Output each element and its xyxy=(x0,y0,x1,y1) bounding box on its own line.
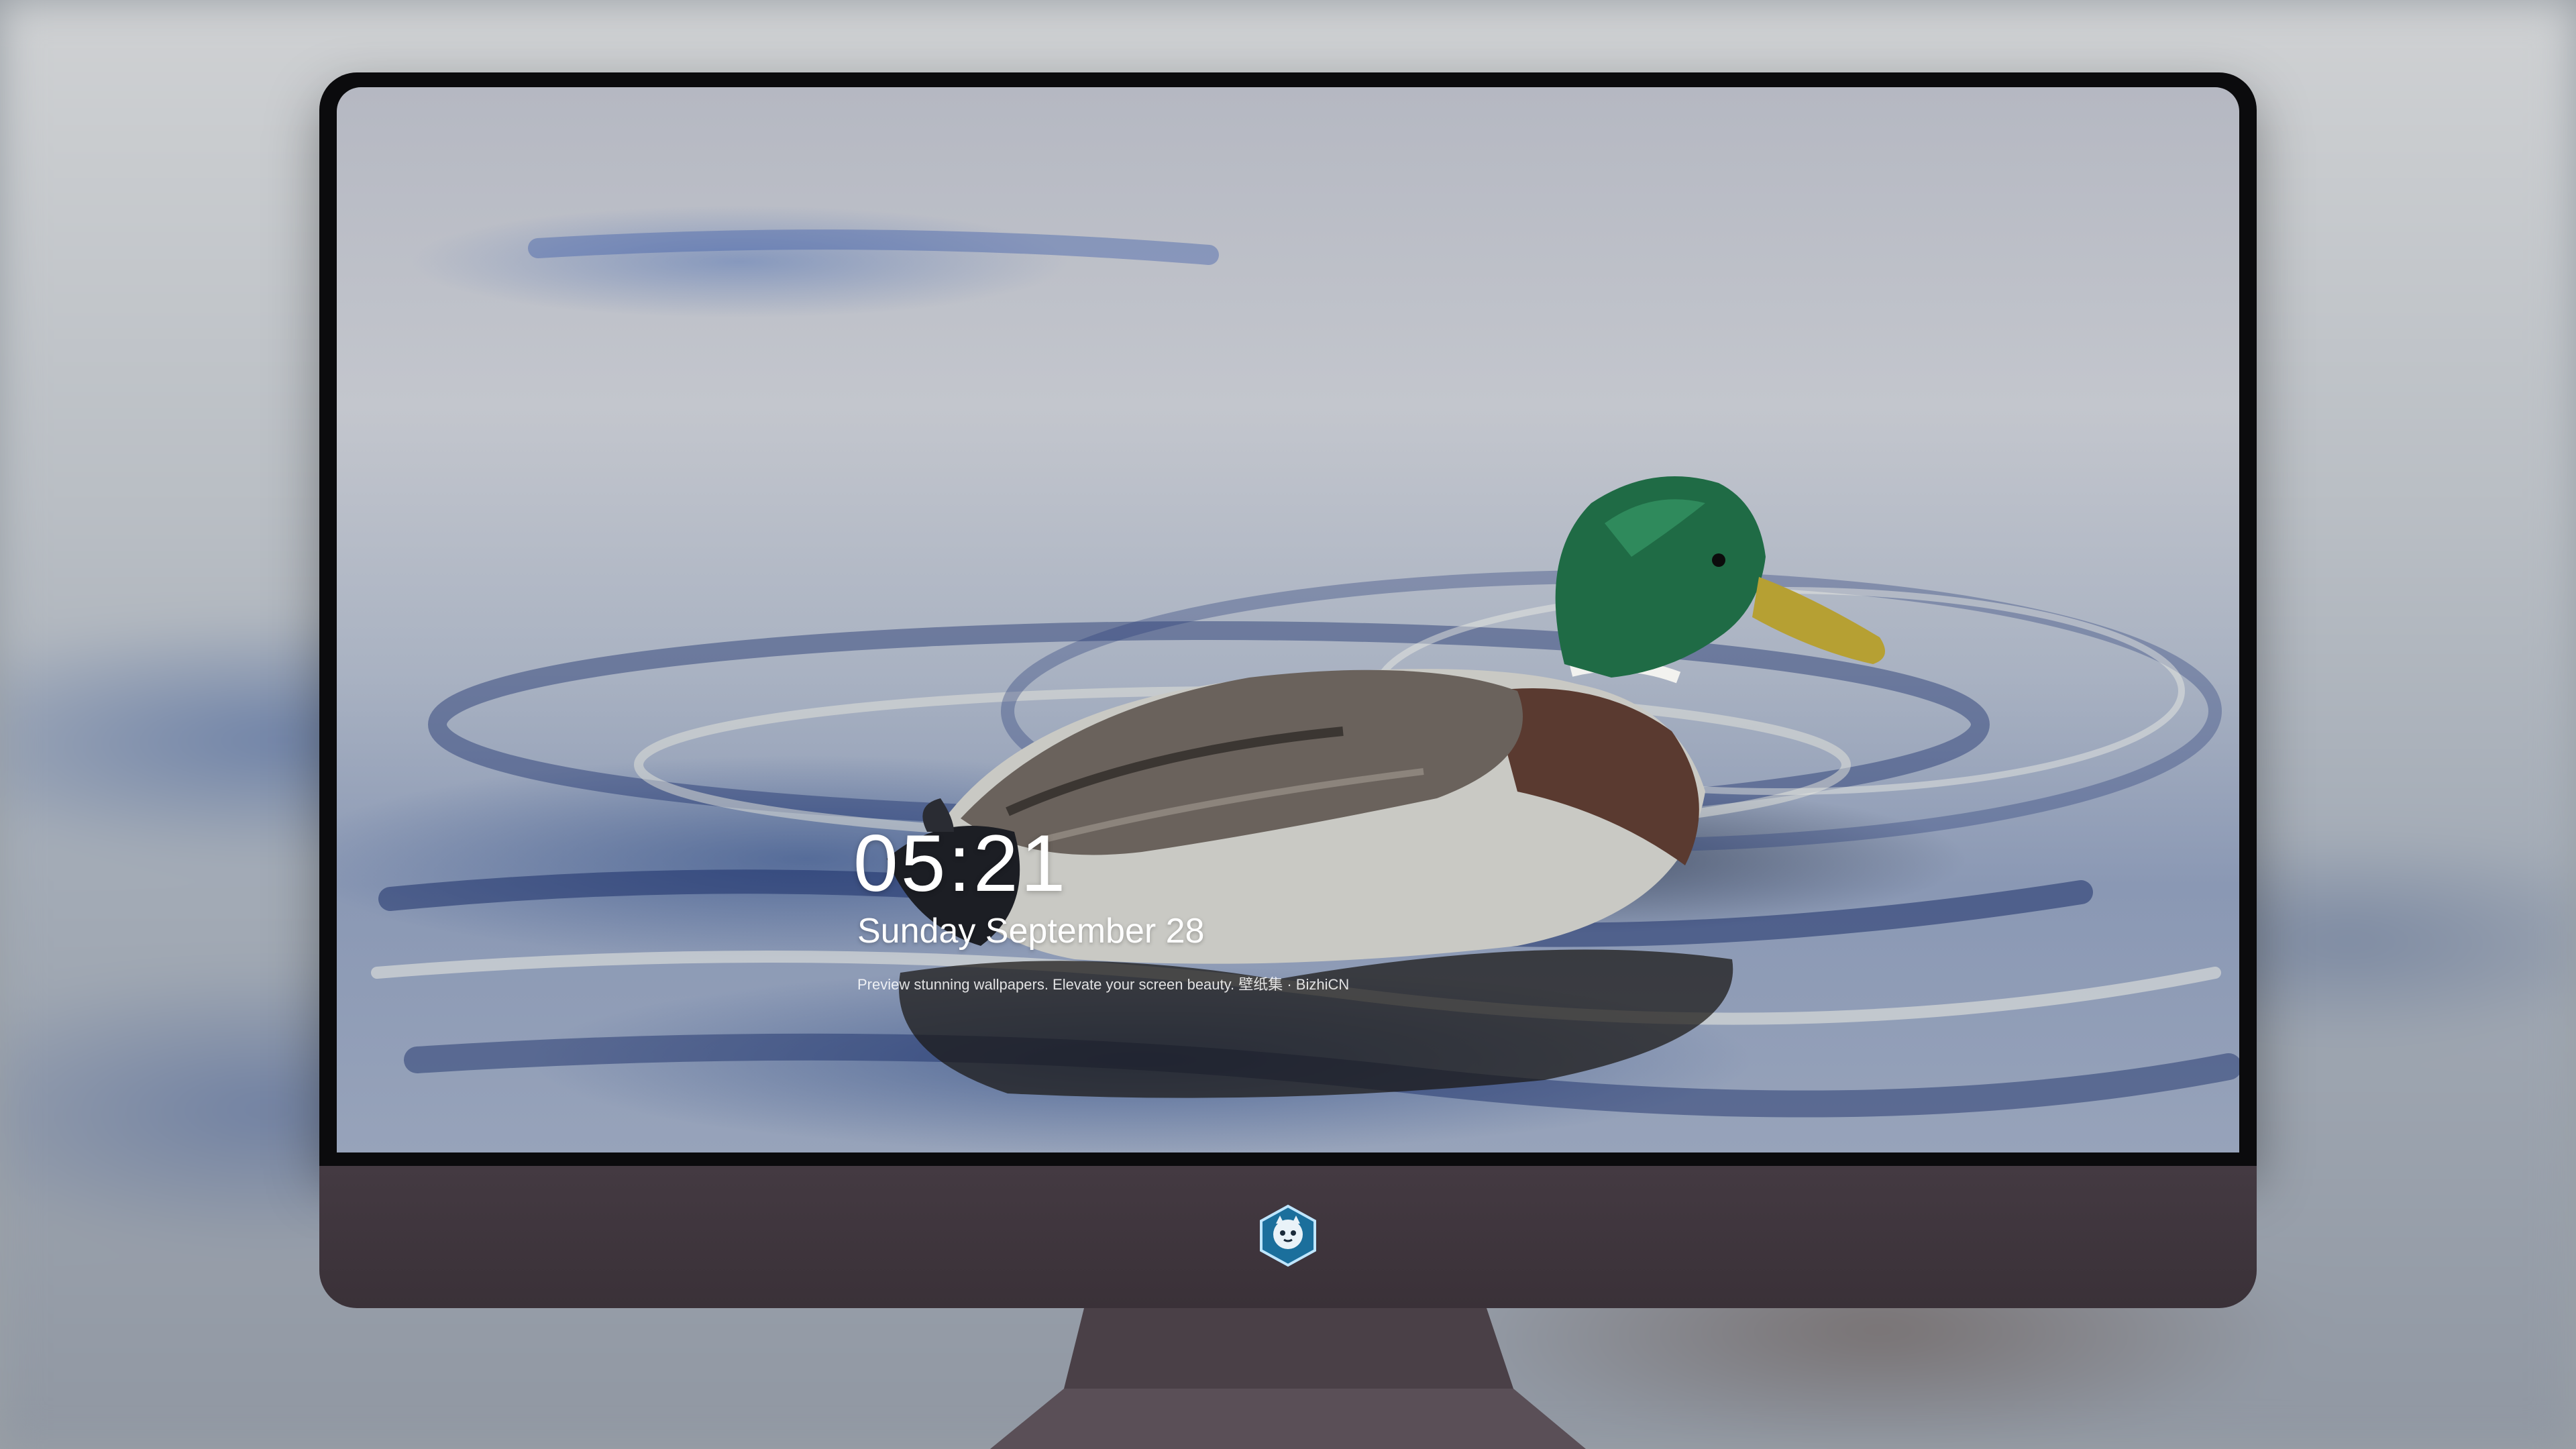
monitor-bezel: 05:21 Sunday September 28 Preview stunni… xyxy=(319,72,2257,1166)
lock-screen[interactable]: 05:21 Sunday September 28 Preview stunni… xyxy=(337,87,2239,1152)
mascot-logo-icon xyxy=(1260,1204,1316,1267)
monitor-stand xyxy=(990,1308,1586,1449)
monitor: 05:21 Sunday September 28 Preview stunni… xyxy=(319,72,2257,1308)
lock-clock: 05:21 xyxy=(853,818,1069,908)
lock-date: Sunday September 28 xyxy=(857,912,1205,951)
wallpaper-tagline: Preview stunning wallpapers. Elevate you… xyxy=(857,976,1350,993)
